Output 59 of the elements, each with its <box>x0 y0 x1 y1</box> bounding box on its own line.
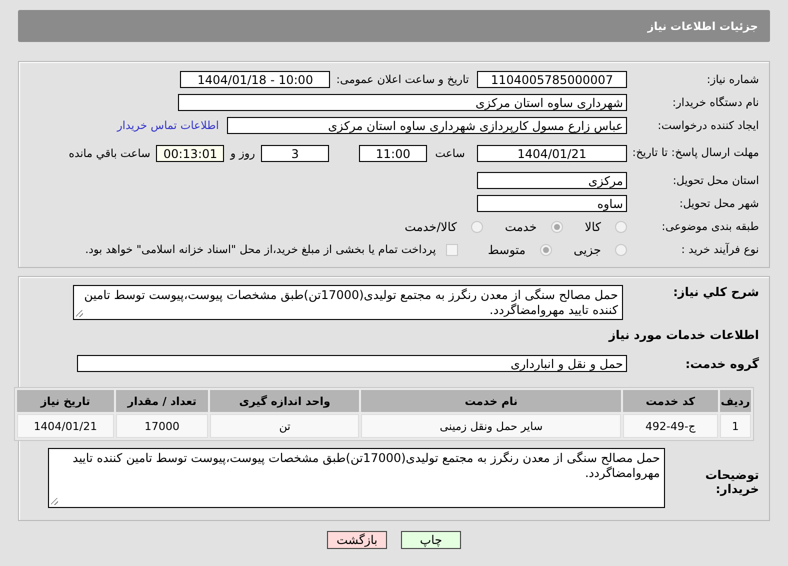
deadline-time-field[interactable]: 11:00 <box>359 144 428 162</box>
payment-note: پرداخت تمام یا بخشی از مبلغ خرید،از محل "اسناد خزانه اسلامی" خواهد بود. <box>85 243 436 256</box>
column-header: نام خدمت <box>361 390 622 412</box>
deadline-date-field[interactable]: 1404/01/21 <box>477 144 627 162</box>
description-field[interactable]: حمل مصالح سنگی از معدن رنگرز به مجتمع تولیدی(17000تن)طبق مشخصات پیوست،پیوست توسط تامین کننده تایید مهروامضاگردد. <box>73 285 623 320</box>
radio-label: متوسط <box>488 242 526 256</box>
field-label: شهر محل تحویل: <box>678 197 760 210</box>
field-label: ایجاد کننده درخواست: <box>656 119 760 132</box>
table-cell: 1 <box>720 414 751 438</box>
column-header: ردیف <box>720 390 751 412</box>
buyer-notes-field[interactable]: حمل مصالح سنگی از معدن رنگرز به مجتمع تولیدی(17000تن)طبق مشخصات پیوست،پیوست توسط تامین کننده تایید مهروامضاگردد. <box>48 448 665 508</box>
table-cell: 17000 <box>116 414 208 438</box>
field-label: مهلت ارسال پاسخ: تا تاریخ: <box>631 146 760 160</box>
resize-grip-icon[interactable] <box>76 310 83 317</box>
radio-label: کالا <box>584 220 601 234</box>
field-label: شرح کلي نیاز: <box>672 285 760 299</box>
radio-button[interactable] <box>470 220 483 232</box>
creator-field[interactable]: عباس زارع مسول کارپردازی شهرداری ساوه استان مرکزی <box>227 117 627 134</box>
buyer-contact-link[interactable]: اطلاعات تماس خریدار <box>117 119 219 132</box>
field-label: نوع فرآیند خرید : <box>680 243 760 256</box>
back-button[interactable]: بازگشت <box>327 531 387 549</box>
province-field[interactable]: مرکزی <box>477 172 627 189</box>
radio-button[interactable] <box>615 220 627 232</box>
table-cell: ج-49-492 <box>623 414 718 438</box>
remaining-time-field[interactable]: 00:13:01 <box>156 144 224 162</box>
radio-label: کالا/خدمت <box>404 220 457 234</box>
print-button[interactable]: چاپ <box>401 531 461 549</box>
days-field[interactable]: 3 <box>261 144 330 162</box>
field-label: تاریخ و ساعت اعلان عمومی: <box>336 73 469 86</box>
field-label: شماره نیاز: <box>706 73 760 86</box>
buyer-name-field[interactable]: شهرداری ساوه استان مرکزی <box>178 94 627 111</box>
radio-label: جزیی <box>574 242 601 256</box>
table-cell: سایر حمل ونقل زمینی <box>361 414 622 438</box>
time-label: ساعت <box>435 146 465 160</box>
radio-label: خدمت <box>504 220 537 234</box>
table-cell: 1404/01/21 <box>17 414 114 438</box>
column-header: کد خدمت <box>623 390 718 412</box>
page-title: جزئیات اطلاعات نیاز <box>648 20 758 32</box>
radio-button[interactable] <box>615 244 627 256</box>
field-label: نام دستگاه خریدار: <box>671 96 760 109</box>
remaining-label: ساعت باقي مانده <box>68 146 150 160</box>
radio-button[interactable] <box>550 220 563 232</box>
radio-button[interactable] <box>540 244 552 256</box>
need-number-field[interactable]: 1104005785000007 <box>477 71 627 88</box>
checkbox[interactable] <box>446 244 458 256</box>
column-header: واحد اندازه گیری <box>210 390 360 412</box>
column-header: تاریخ نیاز <box>17 390 114 412</box>
resize-grip-icon[interactable] <box>51 498 58 505</box>
field-label: توضیحات خریدار: <box>704 467 760 496</box>
city-field[interactable]: ساوه <box>477 195 627 212</box>
field-label: گروه خدمت: <box>684 356 760 370</box>
field-label: استان محل تحویل: <box>672 174 760 187</box>
days-label: روز و <box>230 146 256 160</box>
column-header: تعداد / مقدار <box>116 390 208 412</box>
section-heading: اطلاعات خدمات مورد نیاز <box>607 328 759 342</box>
announce-date-field[interactable]: 1404/01/18 - 10:00 <box>180 71 330 88</box>
field-label: طبقه بندی موضوعی: <box>660 220 760 233</box>
service-group-field[interactable]: حمل و نقل و انبارداری <box>77 355 627 372</box>
table-cell: تن <box>210 414 360 438</box>
